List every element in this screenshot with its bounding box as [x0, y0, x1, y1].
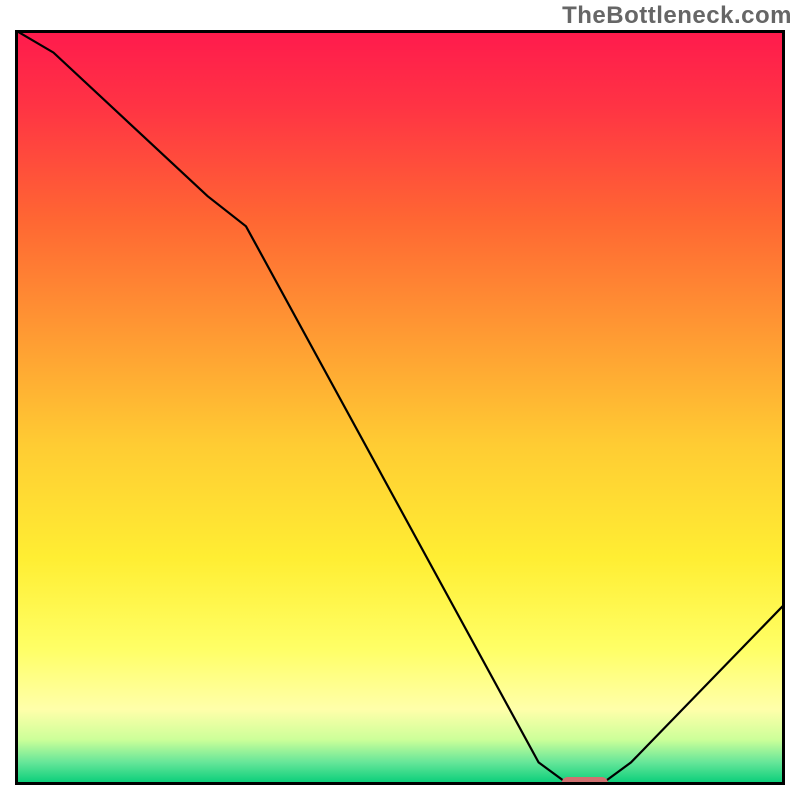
- gradient-background: [15, 30, 785, 785]
- plot-area: [15, 30, 785, 785]
- chart-svg: [15, 30, 785, 785]
- chart-container: TheBottleneck.com: [0, 0, 800, 800]
- watermark-text: TheBottleneck.com: [562, 2, 792, 30]
